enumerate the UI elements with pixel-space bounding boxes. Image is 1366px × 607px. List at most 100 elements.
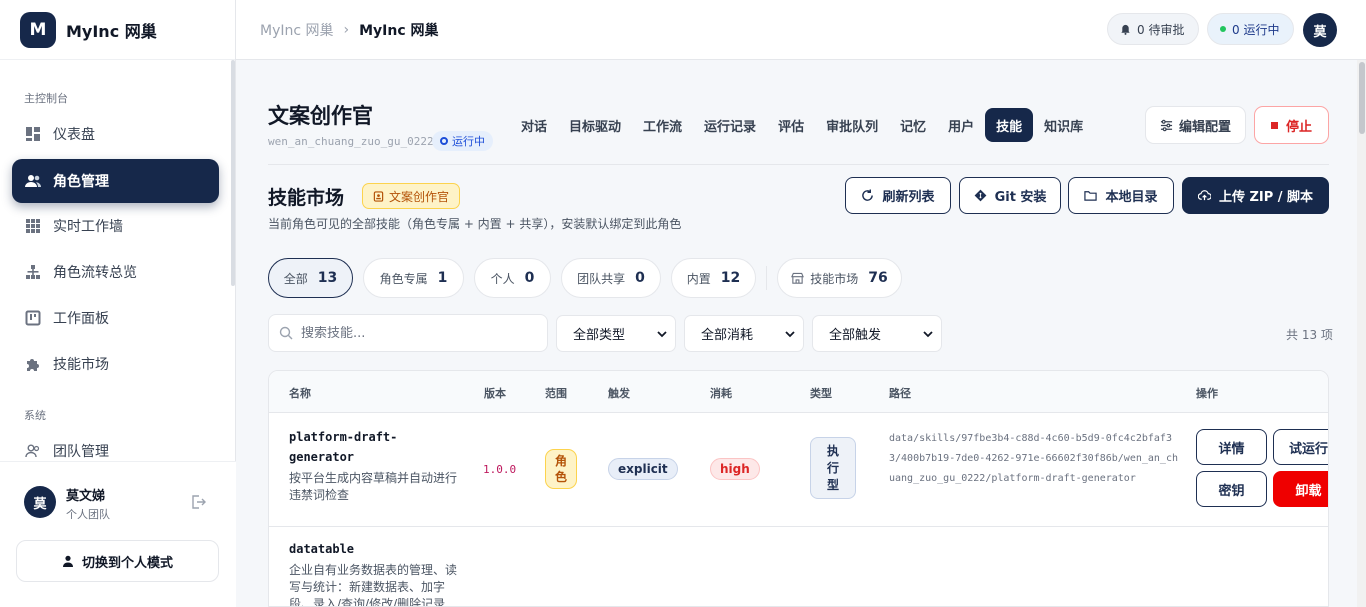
- cloud-upload-icon: [1197, 190, 1211, 201]
- filter-team-shared[interactable]: 团队共享 0: [561, 258, 661, 298]
- running-pill[interactable]: 0 运行中: [1207, 13, 1294, 45]
- uninstall-button[interactable]: 卸载: [1273, 471, 1328, 507]
- chevron-down-icon: [657, 330, 667, 337]
- table-row: datatable 企业自有业务数据表的管理、读写与统计：新建数据表、加字段、录…: [269, 527, 1328, 606]
- chevron-down-icon: [923, 330, 933, 337]
- section-description: 当前角色可见的全部技能（角色专属 + 内置 + 共享），安装默认绑定到此角色: [268, 217, 682, 231]
- search-input[interactable]: [301, 325, 531, 341]
- sidebar-item-label: 角色管理: [53, 174, 109, 190]
- user-name: 莫文娣: [66, 489, 106, 504]
- skill-name[interactable]: platform-draft-generator: [289, 427, 419, 467]
- tab-approvals[interactable]: 审批队列: [815, 108, 889, 142]
- pending-approvals-pill[interactable]: 0 待审批: [1107, 13, 1199, 45]
- chevron-down-icon: [785, 330, 795, 337]
- col-type: 类型: [810, 387, 832, 400]
- breadcrumb-root[interactable]: MyInc 网巢: [260, 20, 334, 40]
- local-dir-label: 本地目录: [1105, 190, 1158, 205]
- scope-label: 角色: [554, 454, 567, 484]
- cost-select[interactable]: 全部消耗: [684, 315, 804, 352]
- tab-runs[interactable]: 运行记录: [693, 108, 767, 142]
- sidebar-item-skill-market[interactable]: 技能市场: [12, 342, 219, 386]
- tab-memory[interactable]: 记忆: [889, 108, 937, 142]
- filter-all[interactable]: 全部 13: [268, 258, 353, 298]
- type-select[interactable]: 全部类型: [556, 315, 676, 352]
- secret-key-button[interactable]: 密钥: [1196, 471, 1267, 507]
- avatar[interactable]: 莫: [24, 486, 56, 518]
- refresh-icon: [862, 189, 874, 201]
- filter-label: 内置: [686, 271, 711, 286]
- sidebar-item-workboard[interactable]: 工作面板: [12, 296, 219, 340]
- sidebar-item-roles[interactable]: 角色管理: [12, 159, 219, 203]
- user-team: 个人团队: [66, 508, 110, 521]
- tab-eval[interactable]: 评估: [767, 108, 815, 142]
- col-name: 名称: [289, 387, 311, 400]
- tab-list: 对话 目标驱动 工作流 运行记录 评估 审批队列 记忆 用户 技能 知识库: [510, 108, 1094, 142]
- user-icon: [62, 555, 73, 567]
- users-icon: [25, 173, 41, 189]
- team-icon: [25, 443, 41, 459]
- sidebar-item-role-flow[interactable]: 角色流转总览: [12, 250, 219, 294]
- stop-button[interactable]: 停止: [1254, 106, 1329, 144]
- col-path: 路径: [889, 387, 911, 400]
- sidebar-nav: 主控制台 仪表盘 角色管理 实时工作墙 角色流转总览 工作面板 技能市场 系统: [0, 60, 236, 460]
- trigger-select[interactable]: 全部触发: [812, 315, 942, 352]
- upload-button[interactable]: 上传 ZIP / 脚本: [1182, 177, 1329, 214]
- pending-label: 0 待审批: [1137, 22, 1185, 37]
- local-dir-button[interactable]: 本地目录: [1068, 177, 1174, 214]
- sliders-icon: [1160, 119, 1173, 131]
- sidebar-item-label: 工作面板: [53, 311, 109, 327]
- table-header: 名称 版本 范围 触发 消耗 类型 路径 操作: [269, 371, 1328, 413]
- tab-workflow[interactable]: 工作流: [632, 108, 693, 142]
- avatar[interactable]: 莫: [1303, 13, 1337, 47]
- cost-badge: high: [710, 458, 760, 480]
- page-scrollbar-thumb[interactable]: [1359, 62, 1365, 134]
- filter-count: 76: [868, 270, 888, 286]
- filter-label: 全部: [283, 271, 308, 286]
- user-panel: 莫 莫文娣 个人团队 切换到个人模式: [0, 461, 236, 607]
- sidebar: M MyInc 网巢 主控制台 仪表盘 角色管理 实时工作墙 角色流转总览 工作…: [0, 0, 236, 607]
- skill-name[interactable]: datatable: [289, 539, 459, 559]
- sidebar-item-team[interactable]: 团队管理: [12, 429, 219, 460]
- chevron-right-icon: ›: [343, 22, 350, 38]
- tab-skills[interactable]: 技能: [985, 108, 1034, 142]
- type-badge: 执行型: [810, 437, 856, 499]
- refresh-button[interactable]: 刷新列表: [845, 177, 951, 214]
- detail-button[interactable]: 详情: [1196, 429, 1267, 465]
- col-version: 版本: [484, 387, 506, 400]
- brand-name: MyInc 网巢: [66, 21, 157, 41]
- page-scrollbar[interactable]: [1357, 60, 1366, 607]
- divider: [268, 164, 1329, 165]
- sidebar-item-live-wall[interactable]: 实时工作墙: [12, 204, 219, 248]
- edit-config-button[interactable]: 编辑配置: [1145, 106, 1246, 144]
- breadcrumb: MyInc 网巢 › MyInc 网巢: [260, 20, 439, 40]
- filter-role-only[interactable]: 角色专属 1: [363, 258, 464, 298]
- col-scope: 范围: [545, 387, 567, 400]
- section-title: 技能市场: [268, 187, 345, 209]
- try-run-button[interactable]: 试运行: [1273, 429, 1328, 465]
- tab-knowledge[interactable]: 知识库: [1033, 108, 1094, 142]
- logout-icon[interactable]: [190, 494, 206, 510]
- git-install-button[interactable]: Git 安装: [959, 177, 1061, 214]
- tab-chat[interactable]: 对话: [510, 108, 558, 142]
- tab-users[interactable]: 用户: [937, 108, 985, 142]
- breadcrumb-current: MyInc 网巢: [359, 23, 439, 39]
- tab-goals[interactable]: 目标驱动: [558, 108, 632, 142]
- skill-description: 按平台生成内容草稿并自动进行违禁词检查: [289, 471, 458, 502]
- skill-version: 1.0.0: [483, 463, 517, 476]
- filter-label: 个人: [490, 271, 515, 286]
- filter-skill-market[interactable]: 技能市场 76: [777, 258, 902, 298]
- brand[interactable]: M MyInc 网巢: [0, 0, 235, 60]
- topbar: MyInc 网巢 › MyInc 网巢 0 待审批 0 运行中 莫: [236, 0, 1366, 60]
- sidebar-item-dashboard[interactable]: 仪表盘: [12, 112, 219, 156]
- divider: [766, 266, 767, 290]
- filter-count: 13: [317, 270, 338, 286]
- page-title: 文案创作官: [268, 104, 373, 128]
- switch-mode-button[interactable]: 切换到个人模式: [16, 540, 219, 582]
- filter-builtin[interactable]: 内置 12: [671, 258, 756, 298]
- skill-path: data/skills/97fbe3b4-c88d-4c60-b5d9-0fc4…: [889, 433, 1178, 484]
- filter-label: 技能市场: [810, 271, 859, 286]
- filter-personal[interactable]: 个人 0: [474, 258, 551, 298]
- brand-logo: M: [20, 11, 56, 48]
- sidebar-scrollbar[interactable]: [231, 60, 235, 286]
- filter-count: 12: [720, 270, 741, 286]
